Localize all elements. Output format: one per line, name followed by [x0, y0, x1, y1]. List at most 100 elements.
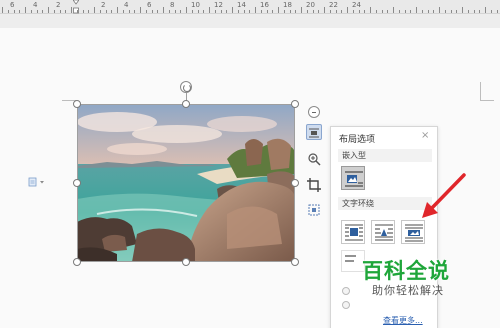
- ruler-number: 12: [214, 1, 223, 9]
- ruler-tick: [301, 7, 302, 13]
- layout-tight-option[interactable]: [371, 220, 395, 244]
- ruler-tick: [306, 10, 308, 13]
- ruler-tick: [352, 10, 354, 13]
- layout-square-option[interactable]: [341, 220, 365, 244]
- resize-handle-bottom-right[interactable]: [291, 258, 299, 266]
- ruler-number: 10: [191, 1, 200, 9]
- ruler-tick: [375, 10, 377, 13]
- crop-icon: [307, 178, 321, 192]
- ruler-tick: [94, 7, 95, 13]
- ruler-number: 2: [56, 1, 61, 9]
- watermark-title: 百科全说: [362, 259, 450, 283]
- ruler-tick: [174, 10, 176, 13]
- ruler-tick: [439, 7, 440, 13]
- paragraph-handle-icon[interactable]: [28, 177, 48, 187]
- collapse-toolbar-button[interactable]: [308, 106, 320, 118]
- picture-frame-button[interactable]: [306, 201, 322, 217]
- ruler-tick: [473, 10, 475, 13]
- resize-handle-top-left[interactable]: [73, 100, 81, 108]
- ruler-tick: [2, 7, 3, 13]
- ruler-tick: [410, 10, 412, 13]
- ruler-number: 4: [124, 1, 129, 9]
- ruler-tick: [272, 10, 274, 13]
- ruler-tick: [341, 10, 343, 13]
- ruler-tick: [433, 10, 435, 13]
- ruler-tick: [243, 10, 245, 13]
- ruler-tick: [36, 10, 38, 13]
- ruler-tick: [186, 7, 187, 13]
- ruler-number: 20: [306, 1, 315, 9]
- zoom-button[interactable]: [306, 150, 322, 166]
- resize-handle-top-right[interactable]: [291, 100, 299, 108]
- ruler-tick: [456, 10, 458, 13]
- ruler-tick: [209, 7, 210, 13]
- ruler-tick: [105, 10, 107, 13]
- ruler-tick: [71, 7, 72, 13]
- ruler-tick: [496, 10, 498, 13]
- ruler-tick: [122, 10, 124, 13]
- section-inline-label: 嵌入型: [342, 151, 366, 160]
- ruler-tick: [168, 10, 170, 13]
- ruler-tick: [364, 10, 366, 13]
- resize-handle-bottom-left[interactable]: [73, 258, 81, 266]
- ruler-tick: [324, 7, 325, 13]
- ruler-tick: [381, 10, 383, 13]
- move-with-text-radio[interactable]: [342, 287, 350, 295]
- rotate-handle-icon[interactable]: [180, 81, 192, 93]
- section-wrap-label: 文字环绕: [342, 199, 374, 208]
- ruler-tick: [214, 10, 216, 13]
- square-wrap-icon: [345, 224, 363, 241]
- ruler-tick: [295, 10, 297, 13]
- ruler-tick: [203, 10, 205, 13]
- layout-inline-option[interactable]: [341, 166, 365, 190]
- ruler-tick: [421, 10, 423, 13]
- ruler-tick: [260, 10, 262, 13]
- horizontal-ruler[interactable]: 6 4 2 2 4 6 8 10 12 14 16 18 20 22 24: [0, 0, 500, 14]
- ruler-tick: [140, 7, 141, 13]
- ruler-number: 14: [237, 1, 246, 9]
- margin-corner-mark: [480, 82, 481, 100]
- ruler-tick: [318, 10, 320, 13]
- resize-handle-right[interactable]: [291, 179, 299, 187]
- ruler-tick: [180, 10, 182, 13]
- ruler-tick: [249, 10, 251, 13]
- resize-handle-top[interactable]: [182, 100, 190, 108]
- through-wrap-icon: [405, 224, 423, 242]
- ruler-tick: [226, 10, 228, 13]
- layout-options-button[interactable]: [306, 124, 322, 140]
- ruler-tick: [19, 10, 21, 13]
- ruler-tick: [444, 10, 446, 13]
- resize-handle-bottom[interactable]: [182, 258, 190, 266]
- close-icon[interactable]: ×: [421, 130, 429, 141]
- ruler-tick: [163, 7, 164, 13]
- crop-button[interactable]: [306, 176, 322, 192]
- layout-options-icon: [309, 128, 319, 138]
- ruler-tick: [25, 7, 26, 13]
- ruler-tick: [48, 7, 49, 13]
- ruler-tick: [111, 10, 113, 13]
- ruler-number: 2: [101, 1, 106, 9]
- popup-title: 布局选项: [339, 135, 376, 145]
- ruler-tick: [393, 7, 394, 13]
- ruler-tick: [329, 10, 331, 13]
- section-inline-header: 嵌入型: [338, 149, 432, 162]
- fix-position-radio[interactable]: [342, 301, 350, 309]
- ruler-tick: [467, 10, 469, 13]
- ruler-tick: [220, 10, 222, 13]
- ruler-tick: [232, 7, 233, 13]
- ruler-tick: [117, 7, 118, 13]
- ruler-number: 16: [260, 1, 269, 9]
- beach-photo[interactable]: [77, 104, 295, 262]
- layout-through-option[interactable]: [401, 220, 425, 244]
- ruler-tick: [197, 10, 199, 13]
- ruler-number: 4: [33, 1, 38, 9]
- ruler-tick: [59, 10, 61, 13]
- ruler-tick: [358, 10, 360, 13]
- ruler-number: 24: [352, 1, 361, 9]
- ruler-tick: [289, 10, 291, 13]
- ruler-tick: [387, 10, 389, 13]
- resize-handle-left[interactable]: [73, 179, 81, 187]
- ruler-tick: [450, 10, 452, 13]
- ruler-number: 6: [10, 1, 15, 9]
- see-more-link[interactable]: 查看更多...: [383, 315, 423, 326]
